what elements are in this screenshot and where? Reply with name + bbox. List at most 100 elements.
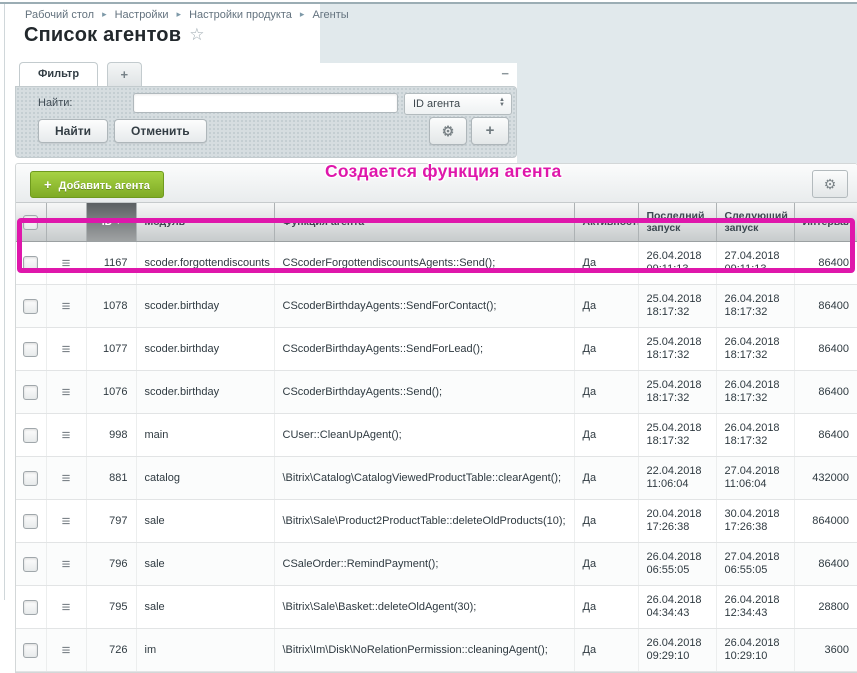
row-checkbox[interactable] (23, 428, 38, 443)
row-menu-icon[interactable]: ≡ (62, 255, 71, 272)
filter-settings-button[interactable]: ⚙ (429, 117, 467, 145)
cell-interval: 432000 (794, 457, 857, 500)
cell-id: 796 (86, 543, 136, 586)
row-menu-icon[interactable]: ≡ (62, 470, 71, 487)
filter-body: Найти: ID агента ▲▼ Найти Отменить ⚙ + (15, 86, 517, 158)
cell-last-run: 26.04.201806:55:05 (638, 543, 716, 586)
cell-module: scoder.birthday (136, 328, 274, 371)
breadcrumb-separator-icon: ▸ (102, 9, 107, 19)
column-header[interactable]: Следующий запуск (716, 203, 794, 242)
row-menu-cell: ≡ (46, 629, 86, 672)
filter-add-field-button[interactable]: + (471, 117, 509, 145)
row-checkbox[interactable] (23, 299, 38, 314)
cell-next-run: 26.04.201812:34:43 (716, 586, 794, 629)
grid-settings-button[interactable]: ⚙ (812, 170, 848, 198)
filter-tabs: Фильтр + − (15, 62, 517, 86)
find-button[interactable]: Найти (38, 119, 108, 143)
collapse-filter-icon[interactable]: − (501, 66, 509, 81)
column-header[interactable]: Модуль (136, 203, 274, 242)
workspace-background (320, 4, 857, 63)
column-header[interactable]: Последний запуск (638, 203, 716, 242)
row-checkbox-cell (16, 586, 46, 629)
cell-id: 1076 (86, 371, 136, 414)
row-checkbox[interactable] (23, 557, 38, 572)
breadcrumb-item[interactable]: Настройки продукта (189, 9, 292, 21)
header-menu-cell (46, 203, 86, 242)
row-menu-icon[interactable]: ≡ (62, 642, 71, 659)
row-menu-icon[interactable]: ≡ (62, 341, 71, 358)
cell-last-run: 25.04.201818:17:32 (638, 328, 716, 371)
cell-next-run: 26.04.201818:17:32 (716, 328, 794, 371)
cell-active: Да (574, 543, 638, 586)
cell-interval: 86400 (794, 371, 857, 414)
workspace-background (517, 63, 857, 163)
row-menu-cell: ≡ (46, 586, 86, 629)
cell-id: 795 (86, 586, 136, 629)
cell-id: 726 (86, 629, 136, 672)
table-row: ≡1076scoder.birthdayCScoderBirthdayAgent… (16, 371, 857, 414)
cell-interval: 28800 (794, 586, 857, 629)
favorite-star-icon[interactable]: ☆ (189, 25, 204, 44)
add-agent-label: Добавить агента (59, 180, 150, 192)
row-checkbox[interactable] (23, 256, 38, 271)
breadcrumb-item[interactable]: Настройки (115, 9, 169, 21)
search-input[interactable] (133, 93, 398, 113)
table-row: ≡881catalog\Bitrix\Catalog\CatalogViewed… (16, 457, 857, 500)
row-menu-icon[interactable]: ≡ (62, 513, 71, 530)
row-menu-icon[interactable]: ≡ (62, 298, 71, 315)
row-menu-icon[interactable]: ≡ (62, 427, 71, 444)
cell-function: \Bitrix\Sale\Basket::deleteOldAgent(30); (274, 586, 574, 629)
breadcrumb: Рабочий стол▸Настройки▸Настройки продукт… (25, 9, 349, 21)
cell-active: Да (574, 586, 638, 629)
select-all-checkbox[interactable] (23, 215, 38, 230)
table-row: ≡1077scoder.birthdayCScoderBirthdayAgent… (16, 328, 857, 371)
sort-desc-icon: ▾ (116, 217, 120, 226)
row-checkbox[interactable] (23, 385, 38, 400)
workspace-left-border (4, 4, 5, 600)
cell-active: Да (574, 328, 638, 371)
row-menu-icon[interactable]: ≡ (62, 384, 71, 401)
row-checkbox[interactable] (23, 643, 38, 658)
cell-function: \Bitrix\Sale\Product2ProductTable::delet… (274, 500, 574, 543)
column-header-label: ID (102, 216, 113, 228)
cell-function: CScoderBirthdayAgents::SendForContact(); (274, 285, 574, 328)
column-header[interactable]: Функция агента (274, 203, 574, 242)
cell-last-run: 26.04.201809:29:10 (638, 629, 716, 672)
select-stepper-icon: ▲▼ (499, 98, 505, 108)
cell-next-run: 26.04.201818:17:32 (716, 371, 794, 414)
cell-module: scoder.birthday (136, 371, 274, 414)
cell-active: Да (574, 414, 638, 457)
row-checkbox[interactable] (23, 600, 38, 615)
breadcrumb-item[interactable]: Агенты (312, 9, 348, 21)
column-header[interactable]: Интервал (794, 203, 857, 242)
row-checkbox-cell (16, 242, 46, 285)
add-filter-tab[interactable]: + (107, 62, 143, 86)
plus-icon: + (486, 122, 495, 139)
cell-interval: 86400 (794, 414, 857, 457)
breadcrumb-item[interactable]: Рабочий стол (25, 9, 94, 21)
row-checkbox[interactable] (23, 342, 38, 357)
row-menu-cell: ≡ (46, 500, 86, 543)
cell-next-run: 26.04.201818:17:32 (716, 285, 794, 328)
cell-function: CUser::CleanUpAgent(); (274, 414, 574, 457)
page-title-text: Список агентов (24, 24, 181, 46)
table-row: ≡1078scoder.birthdayCScoderBirthdayAgent… (16, 285, 857, 328)
column-header[interactable]: Активность (574, 203, 638, 242)
row-checkbox[interactable] (23, 471, 38, 486)
cell-id: 881 (86, 457, 136, 500)
page-title: Список агентов ☆ (24, 24, 205, 47)
tab-filter[interactable]: Фильтр (19, 62, 98, 86)
cell-last-run: 20.04.201817:26:38 (638, 500, 716, 543)
column-header[interactable]: ID▾ (86, 203, 136, 242)
search-field-select[interactable]: ID агента ▲▼ (404, 93, 512, 115)
row-menu-icon[interactable]: ≡ (62, 556, 71, 573)
row-menu-cell: ≡ (46, 371, 86, 414)
cell-module: scoder.forgottendiscounts (136, 242, 274, 285)
add-agent-button[interactable]: + Добавить агента (30, 171, 164, 198)
cancel-button[interactable]: Отменить (114, 119, 207, 143)
plus-icon: + (44, 177, 52, 192)
row-checkbox[interactable] (23, 514, 38, 529)
row-checkbox-cell (16, 500, 46, 543)
cell-interval: 86400 (794, 285, 857, 328)
row-menu-icon[interactable]: ≡ (62, 599, 71, 616)
